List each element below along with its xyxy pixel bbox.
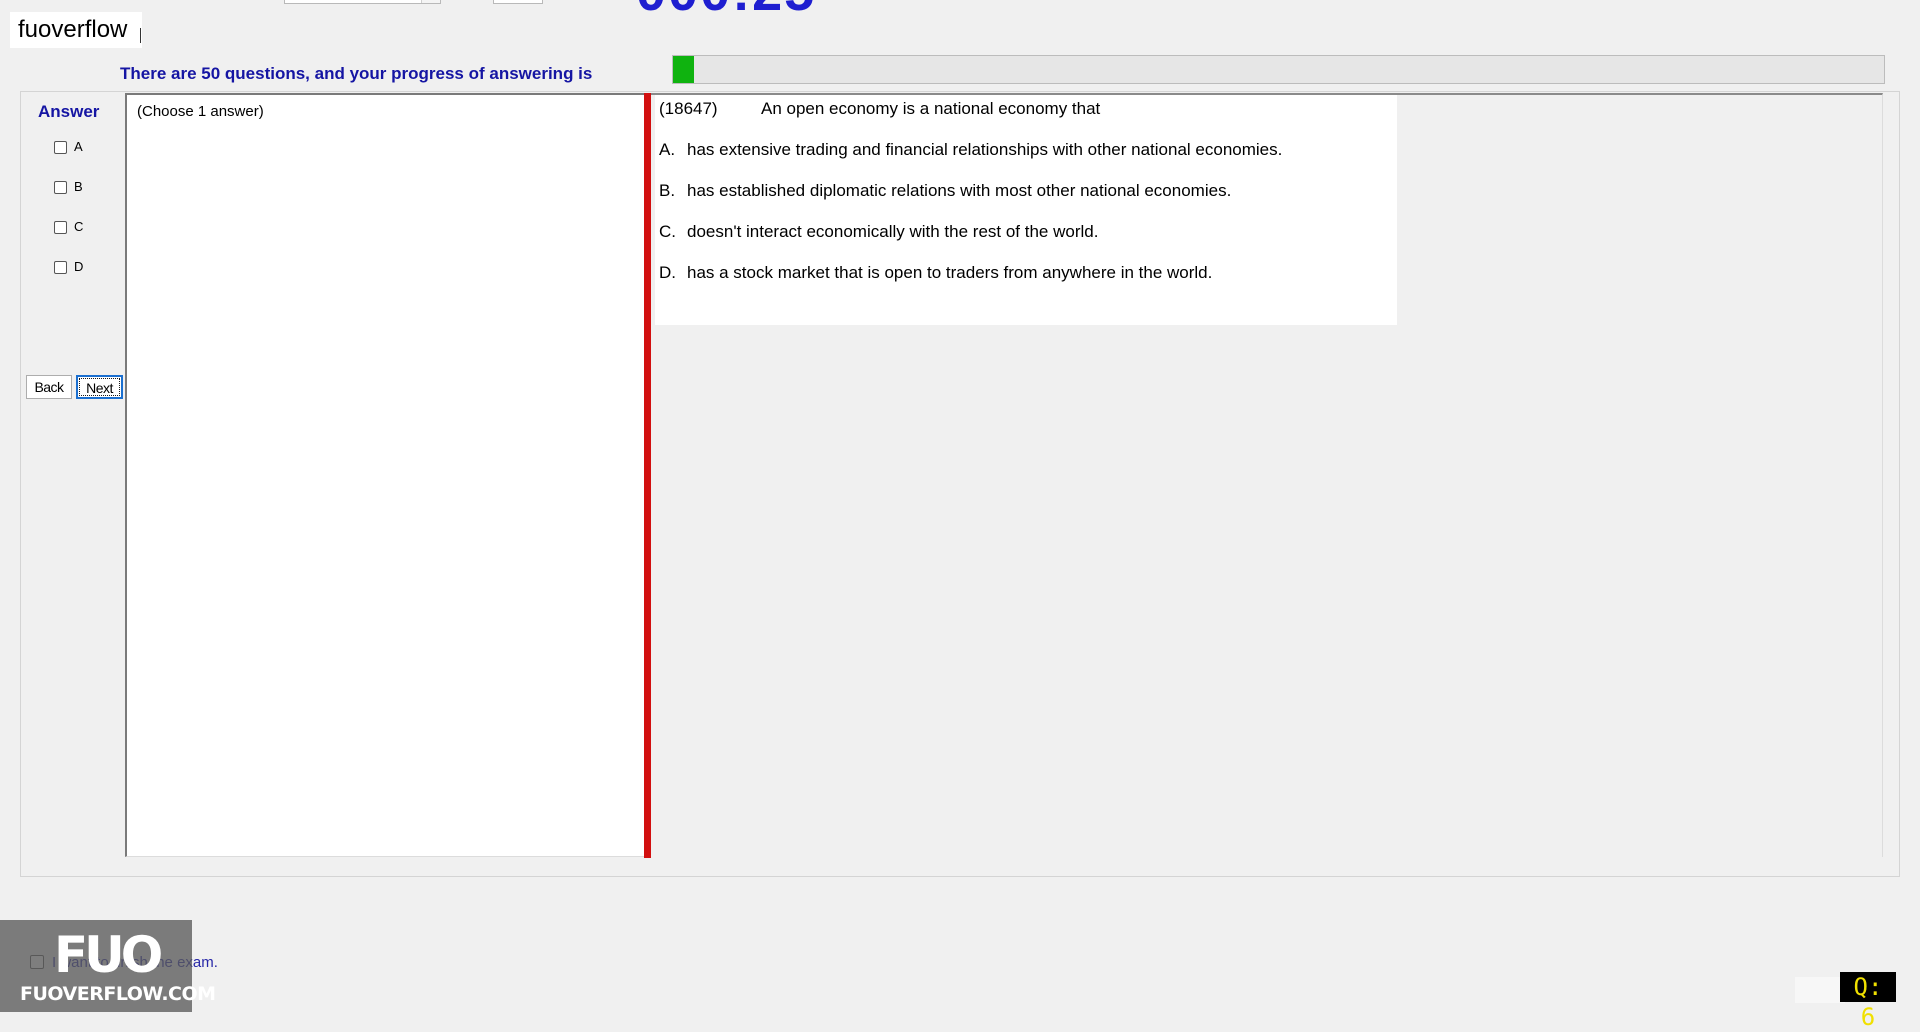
checkbox-d[interactable]	[54, 260, 67, 274]
logo-mark: FUO	[54, 926, 163, 984]
option-letter: C.	[659, 222, 676, 241]
question-box: (18647) An open economy is a national eco…	[655, 95, 1397, 325]
question-area: (18647) An open economy is a national eco…	[651, 93, 1883, 857]
answer-option-label: C	[74, 219, 84, 234]
top-dropdown[interactable]	[284, 0, 441, 4]
brand-watermark: fuoverflow	[10, 12, 142, 48]
answer-option-label: B	[74, 179, 83, 194]
question-counter: Q: 6	[1840, 972, 1896, 1031]
answer-option-a[interactable]: A	[54, 137, 83, 157]
checkbox-c[interactable]	[54, 220, 67, 234]
next-button[interactable]: Next	[76, 375, 123, 399]
question-header: (18647) An open economy is a national eco…	[659, 99, 1100, 119]
answer-text-panel[interactable]: (Choose 1 answer)	[125, 93, 645, 857]
answer-heading: Answer	[38, 102, 100, 121]
option-text: has established diplomatic relations wit…	[687, 181, 1232, 200]
text-cursor	[140, 28, 141, 43]
option-letter: A.	[659, 140, 676, 159]
progress-label: There are 50 questions, and your progres…	[120, 64, 593, 83]
counter-background	[1795, 977, 1845, 1003]
checkbox-a[interactable]	[54, 140, 67, 154]
question-option-a: A. has extensive trading and financial re…	[659, 140, 1282, 160]
exam-timer: 000:25	[636, 0, 816, 19]
question-option-d: D. has a stock market that is open to tra…	[659, 263, 1212, 283]
progress-bar	[672, 55, 1885, 84]
option-text: doesn't interact economically with the r…	[687, 222, 1099, 241]
answer-option-label: D	[74, 259, 84, 274]
panel-splitter[interactable]	[644, 93, 651, 858]
answer-option-d[interactable]: D	[54, 257, 83, 277]
answer-option-b[interactable]: B	[54, 177, 83, 197]
fuoverflow-logo: FUO FUOVERFLOW.COM	[0, 920, 216, 1012]
answer-option-c[interactable]: C	[54, 217, 83, 237]
logo-text: FUOVERFLOW.COM	[20, 983, 216, 1005]
question-option-c: C. doesn't interact economically with the…	[659, 222, 1098, 242]
question-option-b: B. has established diplomatic relations w…	[659, 181, 1231, 201]
progress-bar-fill	[673, 56, 694, 83]
checkbox-b[interactable]	[54, 180, 67, 194]
option-text: has a stock market that is open to trade…	[687, 263, 1213, 282]
question-text: An open economy is a national economy th…	[761, 99, 1101, 118]
answer-option-label: A	[74, 139, 83, 154]
option-letter: D.	[659, 263, 676, 282]
top-small-field[interactable]	[493, 0, 543, 4]
option-text: has extensive trading and financial rela…	[687, 140, 1283, 159]
chevron-down-icon	[421, 0, 440, 3]
back-button[interactable]: Back	[26, 375, 72, 399]
question-number: (18647)	[659, 99, 718, 118]
choose-hint: (Choose 1 answer)	[137, 103, 264, 120]
option-letter: B.	[659, 181, 676, 200]
